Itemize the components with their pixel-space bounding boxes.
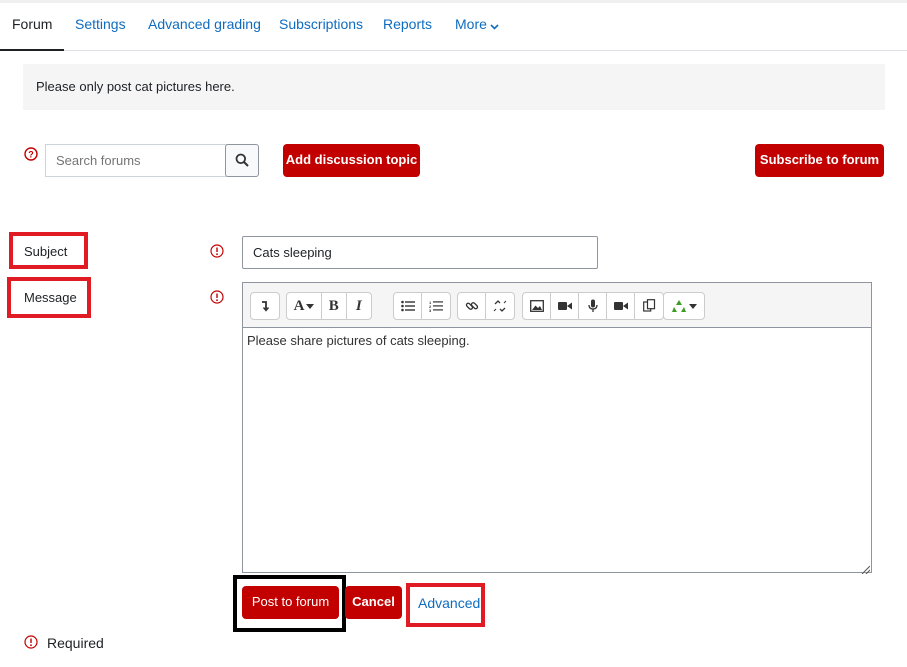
recycle-icon[interactable] — [664, 293, 704, 319]
forum-intro-text: Please only post cat pictures here. — [36, 79, 235, 94]
font-style-icon[interactable]: A — [287, 293, 323, 319]
svg-text:3: 3 — [429, 308, 432, 312]
unordered-list-icon[interactable] — [394, 293, 422, 319]
search-input[interactable] — [45, 144, 242, 177]
bold-icon[interactable]: B — [322, 293, 347, 319]
svg-text:?: ? — [28, 150, 34, 160]
required-icon — [210, 244, 224, 258]
tab-forum[interactable]: Forum — [0, 3, 65, 51]
tab-advanced-grading[interactable]: Advanced grading — [136, 3, 273, 48]
required-icon — [210, 290, 224, 304]
subject-input[interactable]: Cats sleeping — [242, 236, 598, 269]
subject-label: Subject — [24, 244, 68, 259]
tab-subscriptions[interactable]: Subscriptions — [267, 3, 375, 48]
add-discussion-topic-button[interactable]: Add discussion topic — [283, 144, 420, 177]
message-editor[interactable]: A B I 123 Please share pictures of cats … — [242, 282, 872, 575]
image-icon[interactable] — [523, 293, 551, 319]
secondary-navigation: Forum Settings Advanced grading Subscrip… — [0, 3, 907, 51]
resize-handle-icon[interactable] — [860, 561, 871, 575]
media-icon[interactable] — [551, 293, 579, 319]
collapse-icon[interactable] — [251, 293, 279, 319]
tab-more-label: More — [455, 16, 487, 32]
advanced-link[interactable]: Advanced — [418, 595, 480, 611]
record-audio-icon[interactable] — [579, 293, 607, 319]
required-legend: Required — [47, 635, 104, 651]
post-to-forum-button[interactable]: Post to forum — [242, 586, 339, 619]
required-icon — [24, 635, 38, 649]
subscribe-button[interactable]: Subscribe to forum — [755, 144, 884, 177]
message-label: Message — [24, 290, 77, 305]
tab-settings[interactable]: Settings — [63, 3, 138, 48]
chevron-down-icon — [490, 4, 499, 47]
unlink-icon[interactable] — [486, 293, 514, 319]
ordered-list-icon[interactable]: 123 — [422, 293, 450, 319]
tab-more[interactable]: More — [443, 3, 511, 48]
help-icon[interactable]: ? — [24, 147, 38, 161]
link-icon[interactable] — [458, 293, 486, 319]
forum-intro-box: Please only post cat pictures here. — [23, 64, 885, 110]
search-icon — [235, 153, 249, 167]
cancel-button[interactable]: Cancel — [345, 586, 402, 619]
italic-icon[interactable]: I — [347, 293, 371, 319]
message-content[interactable]: Please share pictures of cats sleeping. — [247, 333, 470, 348]
tab-reports[interactable]: Reports — [371, 3, 444, 48]
editor-toolbar: A B I 123 — [243, 283, 871, 328]
record-video-icon[interactable] — [607, 293, 635, 319]
manage-files-icon[interactable] — [635, 293, 663, 319]
search-button[interactable] — [225, 144, 259, 177]
